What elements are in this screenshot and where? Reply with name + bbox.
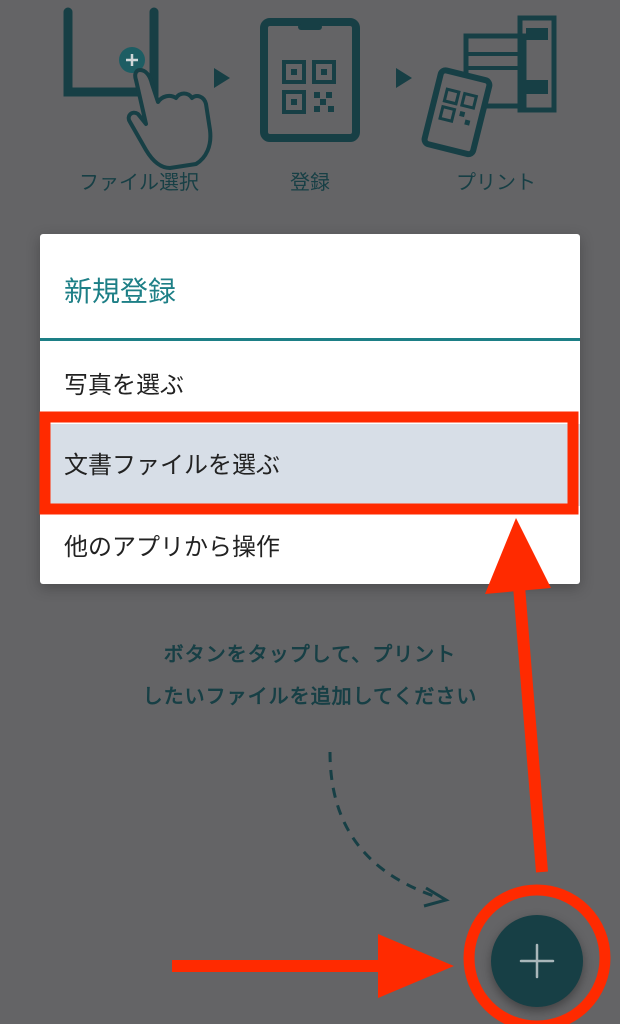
dialog-divider	[40, 338, 580, 341]
add-file-fab[interactable]	[491, 915, 583, 1007]
printer-phone-icon	[421, 15, 557, 158]
step-arrow-icon	[214, 68, 230, 88]
annotation-arrow-right-head	[378, 934, 454, 998]
operate-from-other-app-option[interactable]: 他のアプリから操作	[40, 506, 580, 588]
steps-illustration: ファイル選択 登録 プリント	[0, 0, 620, 200]
step-label-file-select: ファイル選択	[79, 170, 199, 194]
hint-line-2: したいファイルを追加してください	[142, 684, 478, 708]
tablet-tap-icon	[63, 7, 213, 170]
dialog-title: 新規登録	[64, 275, 177, 308]
hint-line-1: ボタンをタップして、プリント	[163, 642, 457, 666]
new-registration-dialog: 新規登録 写真を選ぶ 文書ファイルを選ぶ 他のアプリから操作	[40, 234, 580, 584]
select-document-file-option[interactable]: 文書ファイルを選ぶ	[40, 424, 580, 506]
annotation-arrow-up-shaft	[513, 585, 548, 873]
phone-qr-icon	[260, 18, 360, 142]
step-label-print: プリント	[456, 170, 536, 194]
plus-icon	[519, 943, 555, 979]
select-photo-option[interactable]: 写真を選ぶ	[40, 344, 580, 426]
step-arrow-icon	[396, 68, 412, 88]
step-label-register: 登録	[290, 170, 330, 194]
